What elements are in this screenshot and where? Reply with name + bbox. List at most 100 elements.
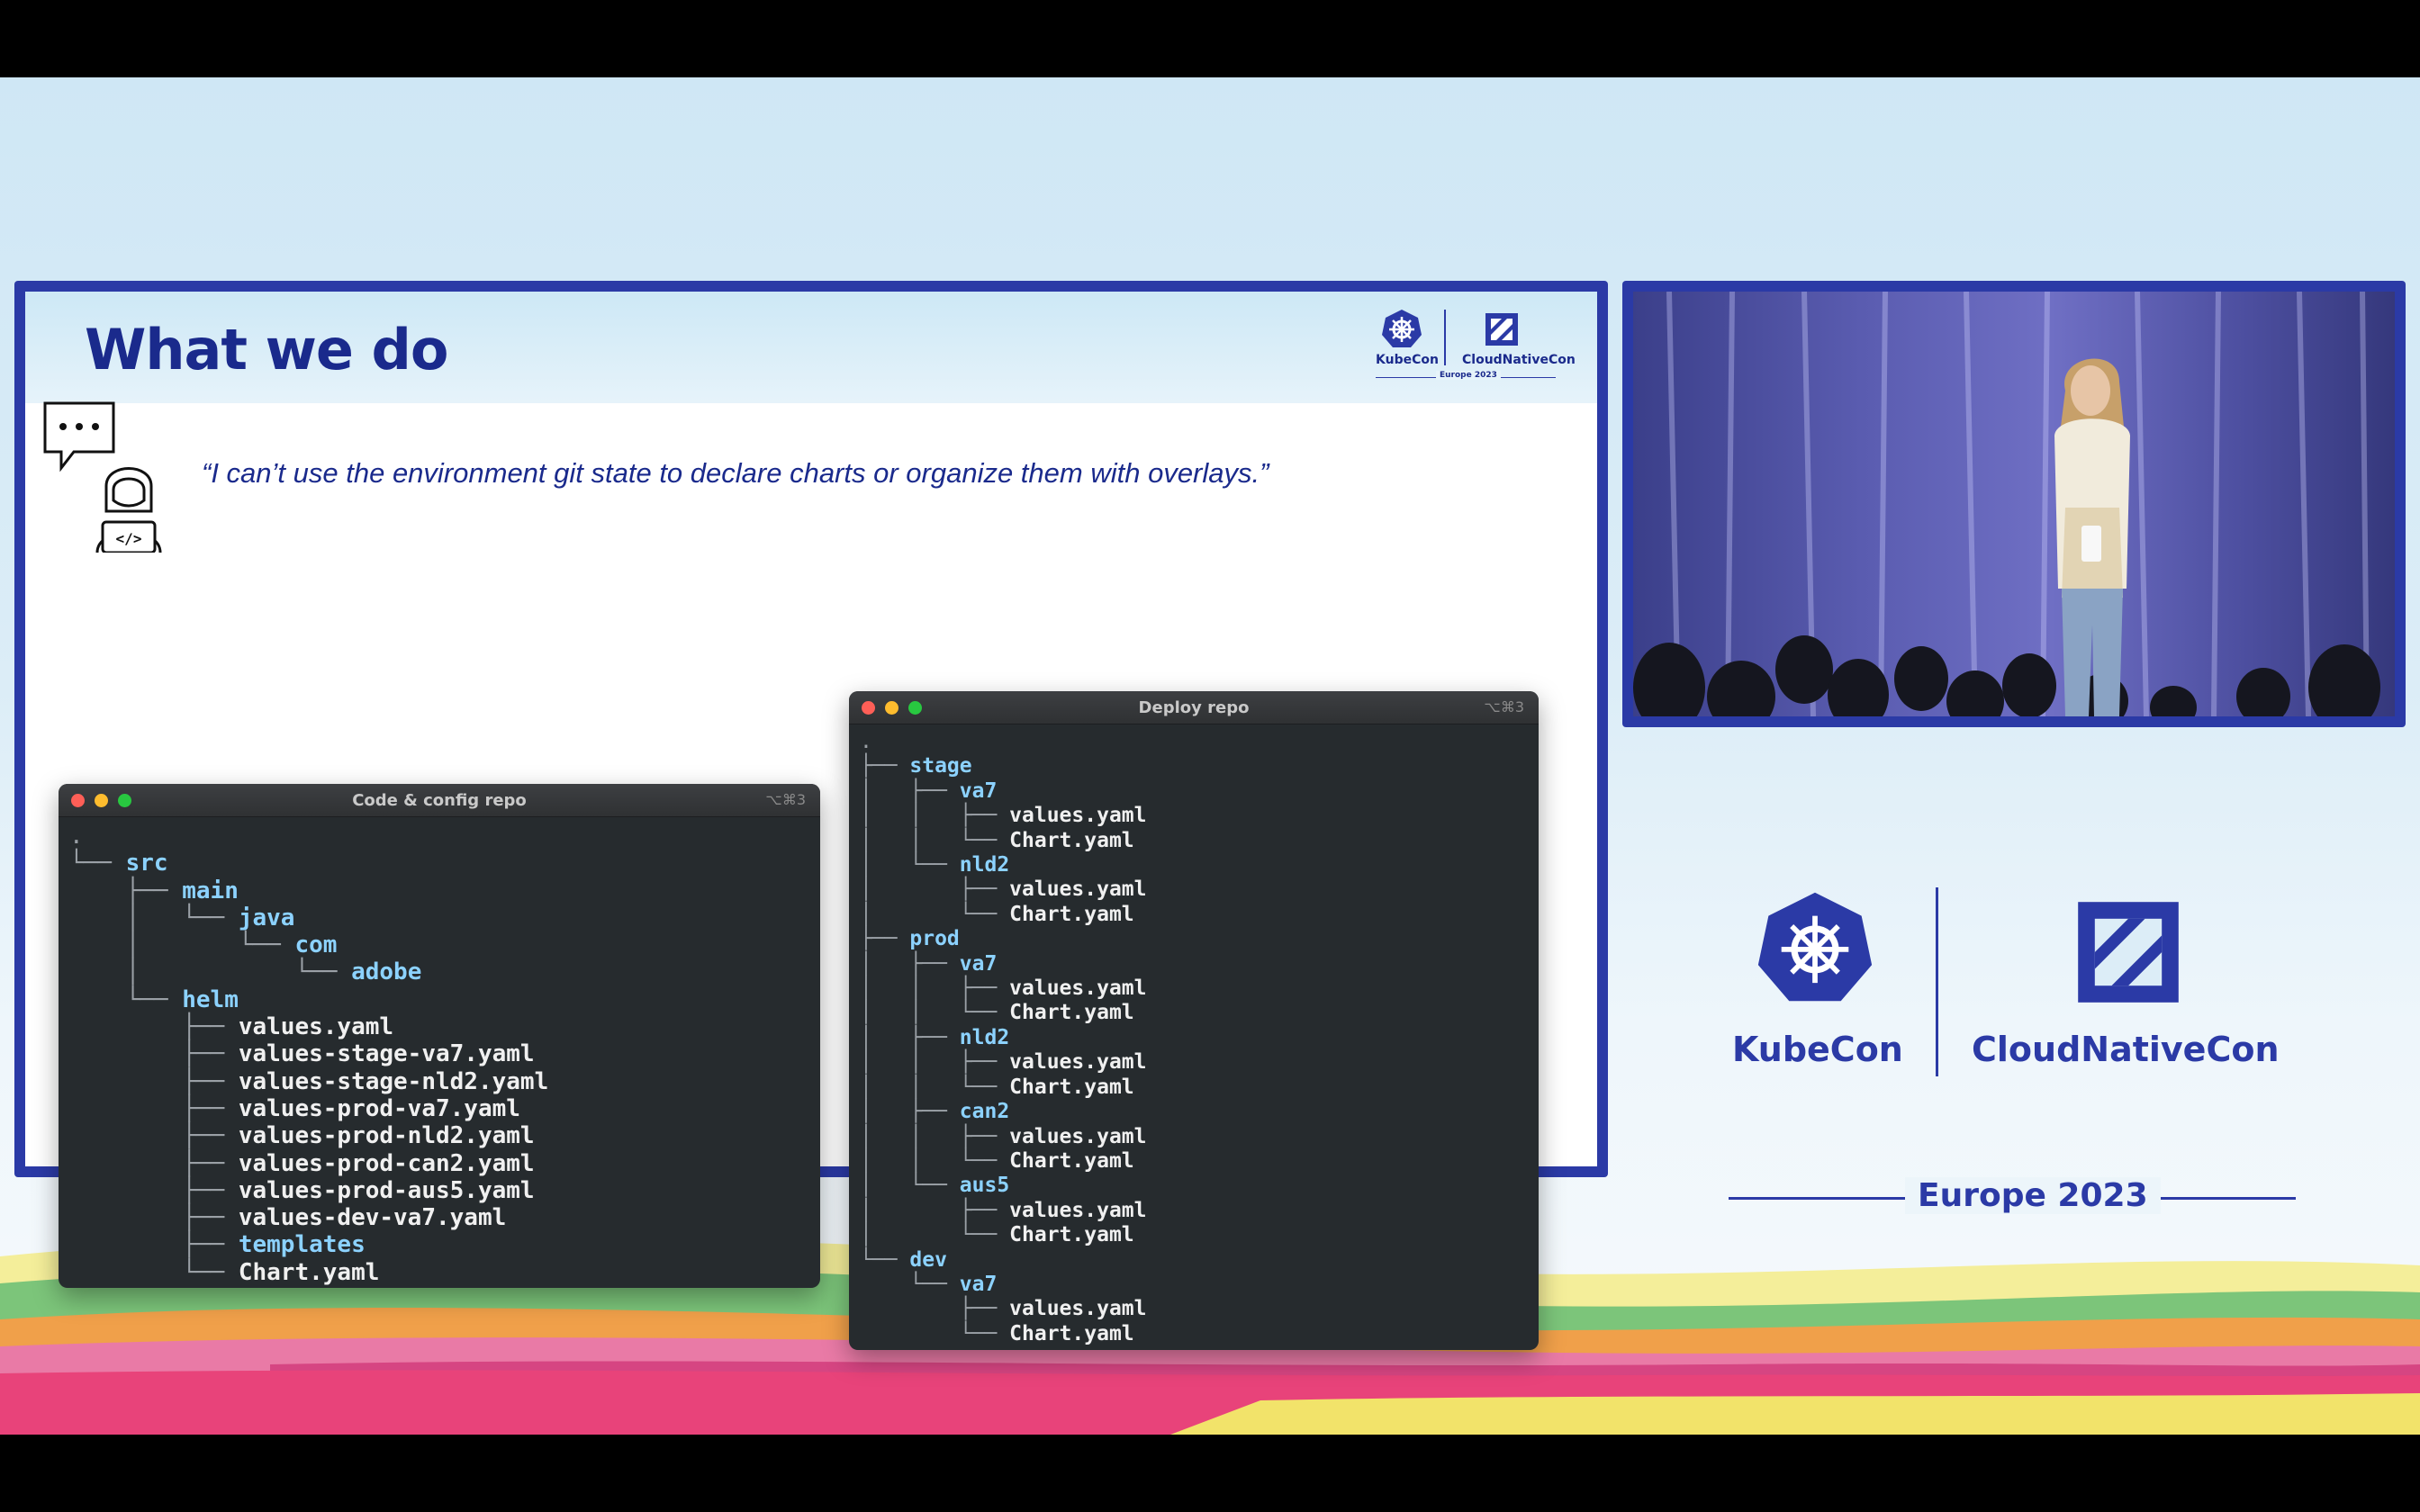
tree-line: ├── values-prod-aus5.yaml <box>69 1177 820 1204</box>
tree-line: │ └── Chart.yaml <box>860 903 1539 927</box>
tree-line: │ │ ├── values.yaml <box>860 1125 1539 1149</box>
code-config-terminal[interactable]: Code & config repo ⌥⌘3 . └── src ├── main… <box>59 784 820 1288</box>
tree-file: values.yaml <box>1009 1297 1147 1321</box>
kubernetes-helm-icon <box>1757 892 1873 1002</box>
tree-branch: . <box>860 730 872 753</box>
tree-branch: │ ├── <box>860 951 960 976</box>
tree-line: └── Chart.yaml <box>860 1322 1539 1346</box>
tree-directory: can2 <box>959 1100 1010 1124</box>
tree-line: │ │ └── Chart.yaml <box>860 1001 1539 1025</box>
mini-logo-subtitle: Europe 2023 <box>1436 371 1501 380</box>
tree-branch: │ └── <box>860 1174 960 1198</box>
tree-line: ├── values-prod-va7.yaml <box>69 1095 820 1122</box>
tree-branch: │ │ ├── <box>860 1050 1010 1075</box>
svg-text:</>: </> <box>116 530 142 547</box>
terminal-shortcut: ⌥⌘3 <box>1484 698 1524 716</box>
tree-line: │ ├── nld2 <box>860 1026 1539 1050</box>
tree-directory: helm <box>182 986 239 1013</box>
tree-branch: ├── <box>69 1067 239 1095</box>
slide-quote: “I can’t use the environment git state t… <box>202 457 1269 489</box>
tree-directory: va7 <box>959 1272 998 1296</box>
mini-logo-kubecon: KubeCon <box>1376 353 1439 367</box>
tree-branch: ├── <box>860 1297 1010 1321</box>
tree-line: │ │ └── Chart.yaml <box>860 829 1539 853</box>
tree-file: values-stage-va7.yaml <box>238 1040 535 1068</box>
tree-line: │ └── java <box>69 904 820 932</box>
tree-line: │ └── adobe <box>69 958 820 986</box>
tree-branch: ├── <box>69 1122 239 1150</box>
tree-line: │ └── com <box>69 932 820 958</box>
tree-directory: va7 <box>959 778 998 803</box>
tree-line: │ └── aus5 <box>860 1174 1539 1198</box>
tree-line: │ │ └── Chart.yaml <box>860 1149 1539 1174</box>
tree-line: ├── templates <box>69 1231 820 1258</box>
tree-branch: │ ├── <box>860 778 960 803</box>
tree-branch: │ ├── <box>860 1025 960 1049</box>
tree-line: │ ├── va7 <box>860 779 1539 804</box>
tree-file: Chart.yaml <box>1009 1148 1134 1173</box>
tree-file: Chart.yaml <box>238 1258 380 1286</box>
developer-illustration: </> <box>43 401 162 553</box>
tree-line: . <box>860 730 1539 754</box>
tree-branch: ├── <box>69 1094 239 1122</box>
event-logo: KubeCon CloudNativeCon Europe 2023 <box>1711 887 2323 1229</box>
tree-file: Chart.yaml <box>1009 1223 1134 1247</box>
tree-file: values.yaml <box>1009 878 1147 902</box>
tree-file: values.yaml <box>1009 1050 1147 1075</box>
tree-line: │ ├── va7 <box>860 952 1539 976</box>
tree-branch: └── <box>860 1247 910 1272</box>
tree-line: └── helm <box>69 986 820 1013</box>
tree-line: │ ├── values.yaml <box>860 878 1539 902</box>
tree-line: │ ├── values.yaml <box>860 1199 1539 1223</box>
tree-branch: │ │ └── <box>860 1001 1010 1025</box>
tree-file: Chart.yaml <box>1009 902 1134 926</box>
speaker-camera-feed <box>1633 292 2395 716</box>
tree-directory: aus5 <box>959 1174 1010 1198</box>
terminal-output: . ├── stage │ ├── va7 │ │ ├── values.yaml │ … <box>849 724 1539 1346</box>
tree-branch: │ ├── <box>860 1100 960 1124</box>
tree-file: Chart.yaml <box>1009 1075 1134 1099</box>
tree-file: values-prod-nld2.yaml <box>238 1122 535 1150</box>
tree-branch: │ ├── <box>860 1198 1010 1222</box>
deploy-terminal[interactable]: Deploy repo ⌥⌘3 . ├── stage │ ├── va7 │ │ ├… <box>849 691 1539 1350</box>
tree-branch: │ ├── <box>860 878 1010 902</box>
tree-line: ├── values-prod-can2.yaml <box>69 1150 820 1177</box>
event-logo-divider <box>1936 887 1938 1076</box>
tree-line: ├── values-stage-va7.yaml <box>69 1040 820 1067</box>
tree-line: ├── values.yaml <box>860 1297 1539 1321</box>
tree-line: ├── values.yaml <box>69 1013 820 1040</box>
terminal-titlebar[interactable]: Deploy repo ⌥⌘3 <box>849 691 1539 724</box>
tree-directory: java <box>238 904 295 932</box>
tree-file: values-prod-can2.yaml <box>238 1149 535 1177</box>
tree-line: │ │ ├── values.yaml <box>860 1050 1539 1075</box>
tree-branch: │ │ └── <box>860 1148 1010 1173</box>
tree-line: └── va7 <box>860 1273 1539 1297</box>
terminal-output: . └── src ├── main │ └── java │ └── com │… <box>59 817 820 1286</box>
mini-logo-divider <box>1444 310 1446 365</box>
tree-branch: │ └── <box>860 853 960 878</box>
tree-branch: ├── <box>69 1013 239 1041</box>
tree-line: ├── values-dev-va7.yaml <box>69 1204 820 1231</box>
tree-line: └── dev <box>860 1248 1539 1273</box>
tree-branch: │ └── <box>860 1223 1010 1247</box>
tree-branch: └── <box>69 1258 239 1286</box>
tree-file: values.yaml <box>1009 976 1147 1001</box>
tree-branch: │ │ ├── <box>860 804 1010 828</box>
cncf-icon <box>2078 902 2179 1003</box>
tree-line: │ │ └── Chart.yaml <box>860 1076 1539 1100</box>
tree-directory: src <box>125 850 168 878</box>
tree-line: ├── values-stage-nld2.yaml <box>69 1068 820 1095</box>
cncf-icon <box>1485 313 1518 346</box>
terminal-titlebar[interactable]: Code & config repo ⌥⌘3 <box>59 784 820 817</box>
tree-line: │ └── nld2 <box>860 853 1539 878</box>
tree-directory: stage <box>909 754 972 778</box>
tree-branch: │ │ ├── <box>860 976 1010 1001</box>
tree-directory: com <box>294 932 338 959</box>
tree-branch: ├── <box>69 1204 239 1232</box>
event-logo-kubecon: KubeCon <box>1732 1030 1903 1069</box>
tree-directory: nld2 <box>959 1025 1010 1049</box>
tree-directory: nld2 <box>959 853 1010 878</box>
tree-branch: ├── <box>69 1176 239 1204</box>
tree-branch: │ │ └── <box>860 828 1010 852</box>
tree-branch: . <box>69 823 84 850</box>
